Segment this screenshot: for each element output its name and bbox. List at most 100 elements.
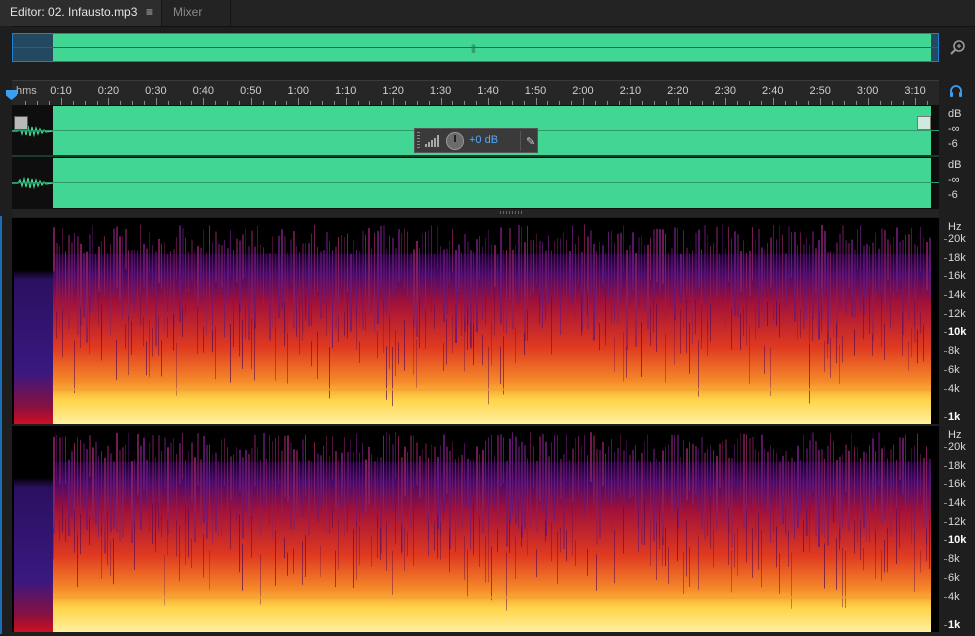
- ruler-tick-label: 1:50: [524, 85, 547, 97]
- ruler-major-tick: [630, 98, 632, 105]
- db-minus6: -6: [948, 138, 958, 150]
- ruler-tick-label: 2:40: [762, 85, 784, 97]
- pin-icon[interactable]: ✎: [526, 135, 535, 148]
- selection-edge: [0, 216, 2, 634]
- volume-hud[interactable]: +0 dB ✎: [414, 128, 538, 153]
- channel-divider: [12, 155, 939, 157]
- overview-drag-grip[interactable]: |||: [471, 43, 476, 53]
- hz-label: 16k: [948, 270, 966, 282]
- ruler-major-tick: [250, 98, 252, 105]
- hz-label: 8k: [948, 345, 960, 357]
- db-scale-right-channel: dB -∞ -6: [944, 157, 974, 207]
- hz-label: 4k: [948, 383, 960, 395]
- db-scale-left-channel: dB -∞ -6: [944, 106, 974, 156]
- overview-navigator[interactable]: |||: [12, 33, 939, 62]
- hz-tick: [944, 370, 947, 371]
- splitter-grip[interactable]: [500, 211, 524, 214]
- db-neg-inf: -∞: [948, 123, 960, 135]
- ruler-tick-label: 2:10: [619, 85, 642, 97]
- waveform-channel-right: [12, 158, 939, 208]
- hz-tick: [944, 559, 947, 560]
- hz-label: 6k: [948, 572, 960, 584]
- ruler-tick-label: 2:00: [572, 85, 594, 97]
- hz-label: 12k: [948, 516, 966, 528]
- ruler-major-tick: [677, 98, 679, 105]
- ruler-major-tick: [915, 98, 917, 105]
- hz-tick: [944, 276, 947, 277]
- ruler-tick-label: 0:50: [240, 85, 262, 97]
- ruler-tick-label: 1:20: [382, 85, 404, 97]
- spectral-display-right[interactable]: [12, 426, 939, 632]
- tab-menu-icon[interactable]: ≡: [146, 0, 153, 25]
- hz-label: 8k: [948, 553, 960, 565]
- spectrogram-image: [14, 218, 931, 424]
- ruler-tick-label: 3:10: [904, 85, 926, 97]
- hz-tick: [944, 351, 947, 352]
- hz-scale-left-channel: Hz 20k 18k 16k 14k 12k 10k 8k 6k 4k 1k: [944, 218, 975, 424]
- hz-tick: [944, 332, 947, 333]
- hud-drag-grip[interactable]: [417, 132, 420, 149]
- ruler-major-tick: [61, 98, 62, 105]
- ruler-major-tick: [725, 98, 727, 105]
- hz-label: 6k: [948, 364, 960, 376]
- waveform-centerline: [12, 182, 939, 183]
- hz-label: 1k: [948, 411, 961, 423]
- db-minus6: -6: [948, 189, 958, 201]
- spectrogram-image: [14, 426, 931, 632]
- spectral-display-left[interactable]: [12, 218, 939, 424]
- hz-tick: [944, 417, 947, 418]
- ruler-tick-label: 2:50: [809, 85, 831, 97]
- ruler-tick-label: 1:00: [287, 85, 309, 97]
- ruler-major-tick: [772, 98, 774, 105]
- waveform-fill: [53, 158, 931, 208]
- tab-mixer-label: Mixer: [173, 5, 203, 19]
- ruler-tick-label: 1:40: [477, 85, 499, 97]
- hz-label: 1k: [948, 619, 961, 631]
- tab-mixer[interactable]: Mixer: [163, 0, 231, 26]
- ruler-major-tick: [440, 98, 442, 105]
- hz-tick: [944, 447, 947, 448]
- hz-label: 20k: [948, 233, 966, 245]
- hz-label: 18k: [948, 460, 966, 472]
- ruler-tick-label: 3:00: [856, 85, 879, 97]
- hz-scale-right-channel: Hz 20k 18k 16k 14k 12k 10k 8k 6k 4k 1k: [944, 426, 975, 632]
- hz-tick: [944, 389, 947, 390]
- hz-tick: [944, 295, 947, 296]
- hz-tick: [944, 239, 947, 240]
- time-ruler[interactable]: hms 0:10 0:20 0:30 0:40 0:50 1:00 1:10 1:20 1:30…: [12, 80, 939, 105]
- hz-label: 20k: [948, 441, 966, 453]
- ruler-units: hms: [16, 85, 37, 97]
- ruler-tick-label: 0:40: [192, 85, 215, 97]
- volume-bars-icon: [425, 135, 439, 147]
- hz-label: 10k: [948, 326, 967, 338]
- hz-tick: [944, 258, 947, 259]
- ruler-tick-label: 0:10: [50, 85, 72, 97]
- fade-out-handle[interactable]: [917, 116, 931, 130]
- hz-tick: [944, 503, 947, 504]
- hz-unit: Hz: [948, 429, 962, 441]
- ruler-tick-label: 2:20: [667, 85, 689, 97]
- tab-editor[interactable]: Editor: 02. Infausto.mp3 ≡: [0, 0, 162, 26]
- fade-in-handle[interactable]: [14, 116, 28, 130]
- ruler-major-tick: [393, 98, 395, 105]
- ruler-tick-label: 2:30: [714, 85, 737, 97]
- hz-tick: [944, 625, 947, 626]
- ruler-major-tick: [820, 98, 822, 105]
- hz-tick: [944, 484, 947, 485]
- hz-tick: [944, 540, 947, 541]
- view-splitter[interactable]: [12, 209, 939, 217]
- waveform-lead-in: [12, 176, 53, 190]
- hz-label: 12k: [948, 308, 966, 320]
- headphone-icon[interactable]: [948, 83, 964, 99]
- zoom-icon[interactable]: [948, 38, 968, 58]
- db-unit: dB: [948, 159, 962, 171]
- hz-label: 14k: [948, 497, 966, 509]
- ruler-major-tick: [535, 98, 537, 105]
- hz-tick: [944, 597, 947, 598]
- volume-knob[interactable]: [446, 132, 464, 150]
- hz-label: 18k: [948, 252, 966, 264]
- hz-label: 4k: [948, 591, 960, 603]
- waveform-display[interactable]: [12, 105, 939, 209]
- hz-label: 14k: [948, 289, 966, 301]
- volume-value[interactable]: +0 dB: [469, 134, 498, 146]
